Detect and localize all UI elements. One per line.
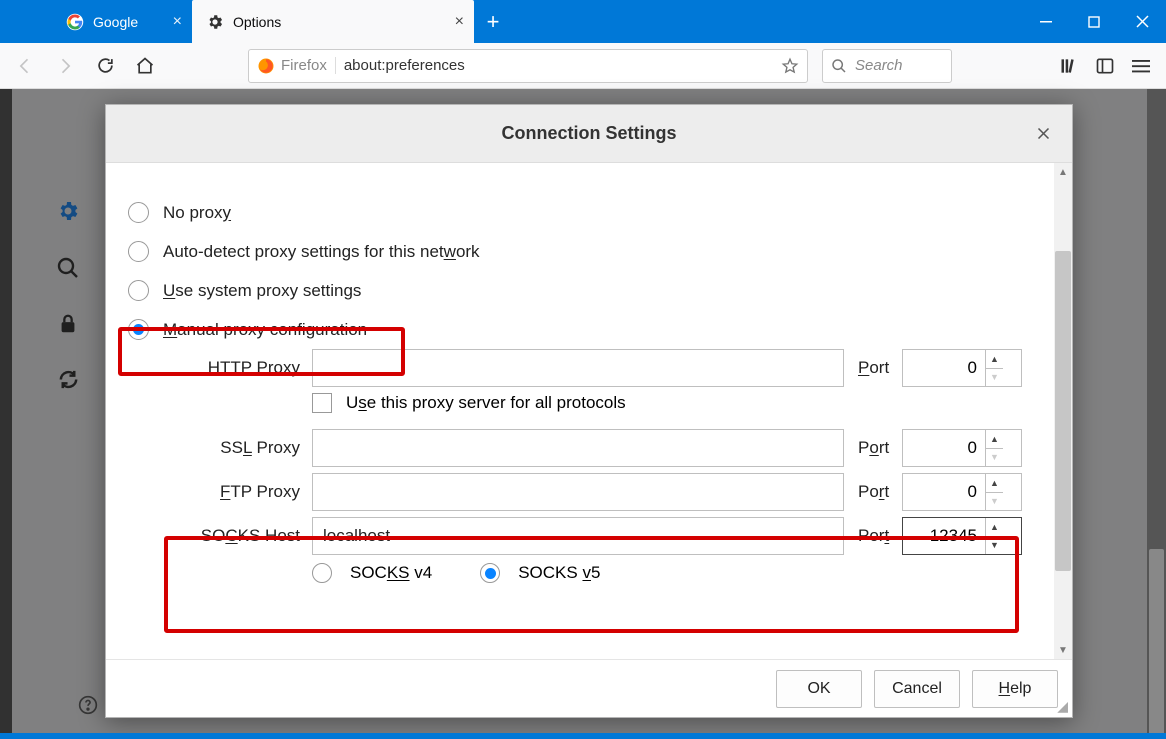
forward-button[interactable] [48, 49, 82, 83]
connection-settings-dialog: Connection Settings No proxy Auto-detect… [105, 104, 1073, 718]
taskbar-strip [0, 733, 1166, 739]
ssl-proxy-input[interactable] [312, 429, 844, 467]
use-all-protocols-checkbox[interactable] [312, 393, 332, 413]
radio-no-proxy[interactable]: No proxy [128, 193, 1022, 232]
firefox-logo-icon [257, 57, 275, 75]
close-window-button[interactable] [1118, 0, 1166, 43]
search-placeholder: Search [855, 57, 903, 74]
radio-label: Manual proxy configuration [163, 320, 367, 340]
reload-button[interactable] [88, 49, 122, 83]
gear-icon [206, 13, 224, 31]
sidebar-button[interactable] [1088, 49, 1122, 83]
spinner-down-icon[interactable]: ▼ [986, 449, 1003, 467]
scroll-up-icon[interactable]: ▲ [1054, 163, 1072, 181]
url-text: about:preferences [344, 57, 781, 74]
minimize-button[interactable] [1022, 0, 1070, 43]
socks-host-label: SOCKS Host [178, 526, 308, 546]
tab-close-icon[interactable]: × [435, 13, 464, 31]
spinner-down-icon[interactable]: ▼ [986, 493, 1003, 511]
library-button[interactable] [1052, 49, 1086, 83]
tab-title: Options [233, 14, 281, 30]
tab-close-icon[interactable]: × [153, 13, 182, 31]
dialog-header: Connection Settings [106, 105, 1072, 163]
http-proxy-input[interactable] [312, 349, 844, 387]
home-button[interactable] [128, 49, 162, 83]
resize-grip-icon[interactable]: ◢ [1057, 698, 1068, 715]
back-button[interactable] [8, 49, 42, 83]
new-tab-button[interactable]: + [474, 0, 512, 43]
title-bar: Google × Options × + [0, 0, 1166, 43]
socks-host-input[interactable] [312, 517, 844, 555]
socks-port-input[interactable] [903, 526, 985, 546]
spinner-up-icon[interactable]: ▲ [986, 474, 1003, 493]
scrollbar-thumb[interactable] [1149, 549, 1164, 739]
dialog-footer: OK Cancel Help ◢ [106, 659, 1072, 717]
ssl-port-spinner[interactable]: ▲▼ [902, 429, 1022, 467]
socks-v4-label: SOCKS v4 [350, 563, 432, 583]
maximize-button[interactable] [1070, 0, 1118, 43]
socks-port-spinner[interactable]: ▲▼ [902, 517, 1022, 555]
port-label: Port [848, 526, 898, 546]
port-label: Port [848, 358, 898, 378]
search-icon [831, 58, 847, 74]
radio-socks-v5[interactable] [480, 563, 500, 583]
search-bar[interactable]: Search [822, 49, 952, 83]
radio-auto-detect[interactable]: Auto-detect proxy settings for this netw… [128, 232, 1022, 271]
radio-label: No proxy [163, 203, 231, 223]
http-port-spinner[interactable]: ▲▼ [902, 349, 1022, 387]
radio-icon [128, 202, 149, 223]
port-label: Port [848, 438, 898, 458]
radio-system-proxy[interactable]: Use system proxy settings [128, 271, 1022, 310]
spinner-up-icon[interactable]: ▲ [986, 350, 1003, 369]
bookmark-star-icon[interactable] [781, 57, 799, 75]
tab-title: Google [93, 14, 138, 30]
radio-manual-proxy[interactable]: Manual proxy configuration [128, 310, 1022, 349]
menu-button[interactable] [1124, 49, 1158, 83]
identity-label: Firefox [281, 57, 336, 74]
spinner-up-icon[interactable]: ▲ [986, 518, 1003, 537]
dialog-scrollbar[interactable]: ▲ ▼ [1054, 163, 1072, 659]
radio-icon [128, 319, 149, 340]
spinner-up-icon[interactable]: ▲ [986, 430, 1003, 449]
socks-v5-label: SOCKS v5 [518, 563, 600, 583]
tab-google[interactable]: Google × [52, 0, 192, 43]
radio-icon [128, 280, 149, 301]
ok-button[interactable]: OK [776, 670, 862, 708]
scrollbar-thumb[interactable] [1055, 251, 1071, 571]
page-scrollbar[interactable] [1147, 89, 1166, 733]
tab-options[interactable]: Options × [192, 0, 474, 43]
port-label: Port [848, 482, 898, 502]
ftp-proxy-input[interactable] [312, 473, 844, 511]
window-controls [1022, 0, 1166, 43]
ssl-port-input[interactable] [903, 438, 985, 458]
help-button[interactable]: Help [972, 670, 1058, 708]
scroll-down-icon[interactable]: ▼ [1054, 641, 1072, 659]
radio-socks-v4[interactable] [312, 563, 332, 583]
spinner-down-icon[interactable]: ▼ [986, 537, 1003, 555]
use-all-label: Use this proxy server for all protocols [346, 393, 626, 413]
spinner-down-icon[interactable]: ▼ [986, 369, 1003, 387]
url-bar[interactable]: Firefox about:preferences [248, 49, 808, 83]
ftp-port-input[interactable] [903, 482, 985, 502]
google-favicon-icon [66, 13, 84, 31]
cancel-button[interactable]: Cancel [874, 670, 960, 708]
radio-icon [128, 241, 149, 262]
ssl-proxy-label: SSL Proxy [178, 438, 308, 458]
dialog-title: Connection Settings [502, 123, 677, 144]
http-port-input[interactable] [903, 358, 985, 378]
dialog-close-button[interactable] [1028, 119, 1058, 149]
radio-label: Use system proxy settings [163, 281, 361, 301]
ftp-port-spinner[interactable]: ▲▼ [902, 473, 1022, 511]
nav-toolbar: Firefox about:preferences Search [0, 43, 1166, 89]
http-proxy-label: HTTP Proxy [178, 358, 308, 378]
radio-label: Auto-detect proxy settings for this netw… [163, 242, 480, 262]
ftp-proxy-label: FTP Proxy [178, 482, 308, 502]
